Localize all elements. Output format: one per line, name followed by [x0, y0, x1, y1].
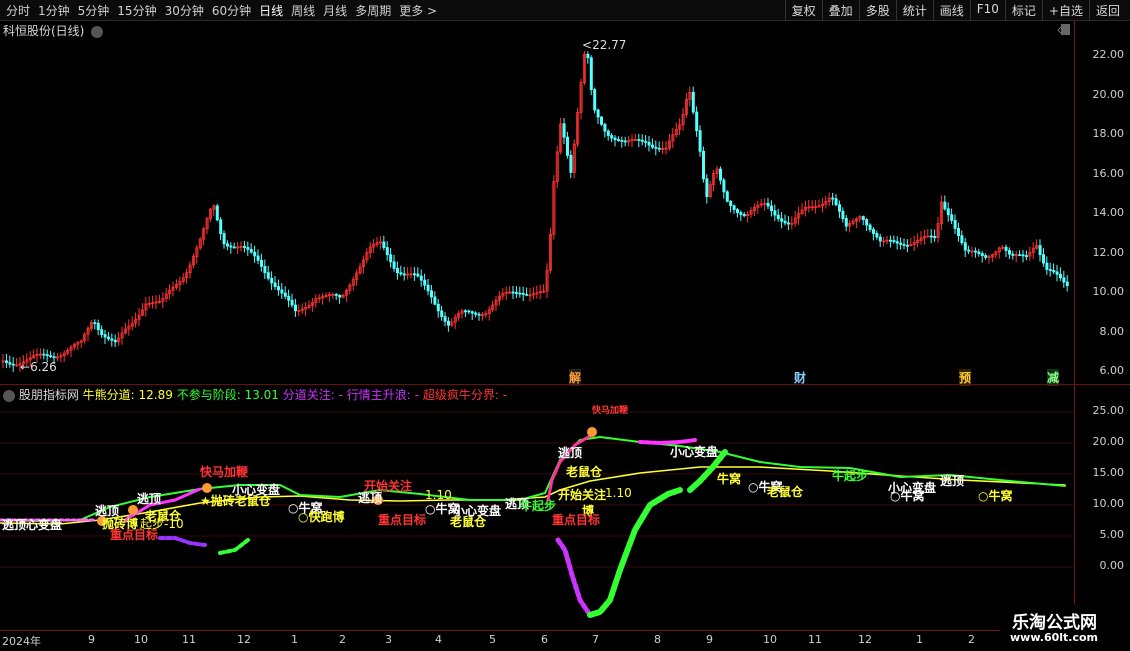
date-tick: 2 [339, 633, 346, 646]
y-tick: 16.00 [1092, 167, 1125, 180]
date-tick: 12 [858, 633, 872, 646]
y-tick: 8.00 [1099, 325, 1125, 338]
y-tick: 10.00 [1092, 285, 1125, 298]
indicator-line [555, 537, 591, 615]
y-tick: 22.00 [1092, 48, 1125, 61]
signal-label: 牛起步 [520, 499, 557, 513]
signal-label: 老鼠仓 [450, 515, 487, 529]
date-tick: 3 [385, 633, 392, 646]
date-tick: 11 [808, 633, 822, 646]
date-axis: 2024年 9 10 11 12 1 2 3 4 5 6 7 8 9 10 11… [0, 630, 1075, 651]
signal-label: 牛窝 [717, 472, 742, 486]
signal-label: 牛起步 [832, 469, 869, 483]
price-y-axis: 22.00 20.00 18.00 16.00 14.00 12.00 10.0… [1074, 21, 1130, 384]
indicator-chart [0, 411, 1075, 618]
indicator-line [218, 538, 250, 555]
signal-label: 逃顶 [940, 474, 965, 488]
signal-label: 小心变盘 [670, 445, 719, 459]
signal-label: 逃顶 [358, 491, 383, 505]
y-tick: 6.00 [1099, 364, 1125, 377]
date-tick: 4 [435, 633, 442, 646]
signal-marker [587, 427, 597, 437]
watermark: 乐淘公式网 www.60lt.com [1000, 604, 1130, 650]
signal-label: 重点目标 [552, 513, 601, 527]
signal-label: 逃顶心变盘 [2, 518, 63, 532]
date-tick: 1 [291, 633, 298, 646]
y-tick: 20.00 [1092, 88, 1125, 101]
date-tick: 11 [182, 633, 196, 646]
back-button[interactable]: 返回 [1088, 0, 1126, 21]
date-tick: 9 [88, 633, 95, 646]
signal-label: 逃顶 [558, 446, 583, 460]
signal-label: 小心变盘 [232, 483, 281, 497]
date-tick: 7 [592, 633, 599, 646]
y-tick: 25.00 [1092, 404, 1125, 417]
y-tick: 18.00 [1092, 127, 1125, 140]
y-tick: 12.00 [1092, 246, 1125, 259]
signal-label: 重点目标 [378, 513, 427, 527]
signal-label: 老鼠仓 [767, 485, 804, 499]
date-tick: 12 [237, 633, 251, 646]
signal-label: 老鼠仓 [566, 465, 603, 479]
date-tick: 10 [763, 633, 777, 646]
signal-value: 1.10 [605, 486, 632, 500]
date-tick: 2 [968, 633, 975, 646]
date-tick: 8 [654, 633, 661, 646]
y-tick: 0.00 [1099, 559, 1125, 572]
date-tick: 1 [916, 633, 923, 646]
signal-label: 快马加鞭 [592, 406, 629, 416]
signal-label: 起步-10 [140, 517, 184, 531]
date-tick: 2024年 [2, 635, 41, 648]
y-tick: 10.00 [1092, 497, 1125, 510]
signal-label: 开始关注 [558, 488, 607, 502]
date-tick: 10 [134, 633, 148, 646]
indicator-y-axis: 25.00 20.00 15.00 10.00 5.00 0.00 [1074, 385, 1130, 630]
watermark-url: www.60lt.com [1010, 631, 1099, 644]
date-tick: 9 [706, 633, 713, 646]
signal-label: ○牛窝 [978, 489, 1013, 503]
signal-label: 快马加鞭 [200, 465, 249, 479]
y-tick: 5.00 [1099, 528, 1125, 541]
signal-label: 逃顶 [137, 492, 162, 506]
y-tick: 20.00 [1092, 435, 1125, 448]
signal-label: ○牛窝 [890, 489, 925, 503]
indicator-line [587, 487, 683, 618]
date-tick: 6 [541, 633, 548, 646]
watermark-title: 乐淘公式网 [1012, 613, 1097, 633]
y-tick: 15.00 [1092, 466, 1125, 479]
date-tick: 5 [489, 633, 496, 646]
y-tick: 14.00 [1092, 206, 1125, 219]
signal-label: ○快跑博 [298, 510, 345, 524]
indicator-line [158, 536, 207, 547]
